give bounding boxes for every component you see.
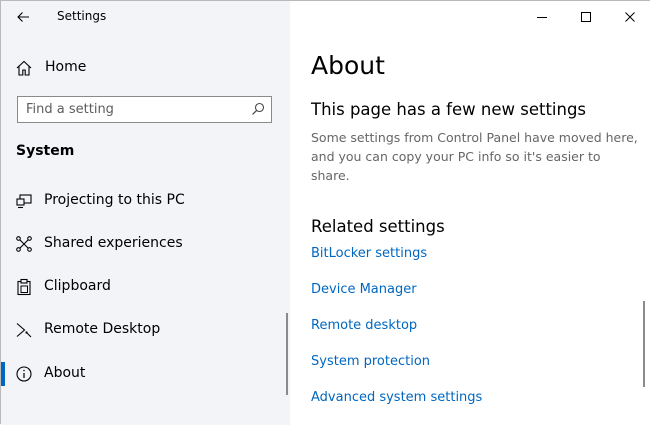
sidebar-item-clipboard[interactable]: Clipboard <box>1 267 290 307</box>
sidebar-item-projecting[interactable]: Projecting to this PC <box>1 181 290 221</box>
advanced-system-settings-link[interactable]: Advanced system settings <box>311 390 482 405</box>
maximize-button[interactable] <box>565 1 607 33</box>
close-icon <box>625 12 635 22</box>
shared-experiences-icon <box>16 236 32 252</box>
search-box[interactable] <box>17 96 272 123</box>
app-title: Settings <box>57 9 107 23</box>
back-button[interactable] <box>1 1 45 33</box>
title-bar: Settings <box>1 1 290 33</box>
projector-icon <box>16 194 32 209</box>
new-settings-heading: This page has a few new settings <box>311 100 587 119</box>
system-protection-link[interactable]: System protection <box>311 354 430 369</box>
minimize-button[interactable] <box>521 1 563 33</box>
sidebar-item-label: Home <box>45 59 87 75</box>
sidebar-item-about[interactable]: About <box>1 354 290 394</box>
sidebar-item-home[interactable]: Home <box>1 49 290 87</box>
sidebar-item-label: Projecting to this PC <box>44 192 185 208</box>
remote-desktop-icon <box>16 323 32 338</box>
sidebar-item-label: Shared experiences <box>44 235 183 251</box>
sidebar-item-shared-experiences[interactable]: Shared experiences <box>1 224 290 264</box>
clipboard-icon <box>17 278 31 296</box>
settings-window: Settings Home System Projecting to this … <box>0 0 650 425</box>
sidebar-item-label: About <box>44 365 86 381</box>
search-icon[interactable] <box>251 102 265 116</box>
window-controls <box>521 1 650 33</box>
related-settings-heading: Related settings <box>311 217 445 236</box>
main-content: About This page has a few new settings S… <box>290 1 650 425</box>
home-icon <box>16 60 32 76</box>
minimize-icon <box>537 17 547 18</box>
info-icon <box>16 366 32 382</box>
sidebar-scrollbar[interactable] <box>286 313 288 395</box>
maximize-icon <box>581 12 591 22</box>
device-manager-link[interactable]: Device Manager <box>311 282 417 297</box>
back-arrow-icon <box>17 12 29 22</box>
bitlocker-settings-link[interactable]: BitLocker settings <box>311 246 427 261</box>
page-title: About <box>311 51 385 80</box>
sidebar-item-label: Remote Desktop <box>44 321 161 337</box>
remote-desktop-link[interactable]: Remote desktop <box>311 318 417 333</box>
sidebar: Settings Home System Projecting to this … <box>1 1 290 425</box>
search-input[interactable] <box>18 97 246 122</box>
close-button[interactable] <box>609 1 650 33</box>
sidebar-item-label: Clipboard <box>44 278 111 294</box>
section-heading: System <box>16 143 75 159</box>
selected-indicator <box>1 362 5 386</box>
sidebar-item-remote-desktop[interactable]: Remote Desktop <box>1 310 290 350</box>
content-scrollbar[interactable] <box>643 301 645 387</box>
new-settings-description: Some settings from Control Panel have mo… <box>311 130 638 183</box>
